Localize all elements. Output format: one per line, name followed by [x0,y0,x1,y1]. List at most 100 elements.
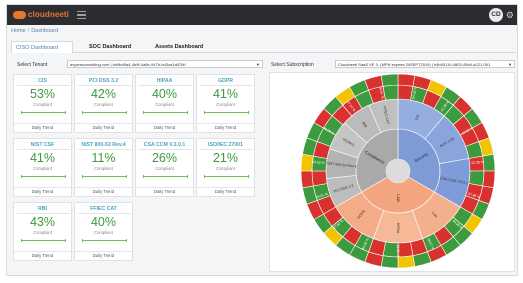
card-title: NIST 800-53 Rev.4 [81,142,126,148]
breadcrumb-current: Dashboard [31,28,59,34]
tenant-label: Select Tenant [17,62,48,68]
dashboard-tabs: CISO Dashboard SOC Dashboard Assets Dash… [11,41,515,53]
compliance-card[interactable]: NIST CSF 41% Compliant Daily Trend [13,138,72,197]
tenant-select-value: avyansconsulting.com | bd9bd5a4-4b9f-4a5… [70,62,186,67]
sunburst-inner-label: Law [396,194,401,203]
daily-trend-link[interactable]: Daily Trend [197,189,254,194]
daily-trend-link[interactable]: Daily Trend [75,253,132,258]
card-divider [139,148,192,150]
daily-trend-sparkline [204,111,249,114]
chevron-down-icon: ▼ [508,62,512,67]
compliance-card[interactable]: HIPAA 40% Compliant Daily Trend [135,74,194,133]
logo-text: cloudneeti [28,10,70,19]
card-divider [14,123,71,124]
app-window: cloudneeti CD ⚙ Home / Dashboard CISO Dash… [6,4,518,276]
subscription-select-value: Cloudneeti SaaS VE 3- (MPN expires 24SEP… [338,62,491,67]
compliance-card[interactable]: FFIEC CAT 40% Compliant Daily Trend [74,202,133,261]
compliance-percent: 40% [90,215,117,229]
compliance-status: Compliant [155,166,174,171]
card-divider [75,187,132,188]
compliance-card[interactable]: ISO/IEC 27001 21% Compliant Daily Trend [196,138,255,197]
compliance-percent: 21% [212,151,239,165]
sunburst-outer-segment[interactable] [482,153,495,172]
compliance-percent: 40% [151,87,178,101]
daily-trend-link[interactable]: Daily Trend [75,125,132,130]
card-divider [17,84,70,86]
sunburst-outer-segment[interactable] [397,255,416,269]
compliance-card[interactable]: GDPR 41% Compliant Daily Trend [196,74,255,133]
compliance-status: Compliant [94,230,113,235]
daily-trend-sparkline [143,111,188,114]
compliance-percent: 26% [151,151,178,165]
compliance-status: Compliant [94,102,113,107]
sunburst-outer-segment[interactable] [397,73,416,87]
sunburst-outer-segment[interactable] [301,170,314,189]
sunburst-outer-segment[interactable] [311,170,328,187]
daily-trend-sparkline [204,175,249,178]
app-logo[interactable]: cloudneeti [13,10,73,20]
daily-trend-link[interactable]: Daily Trend [197,125,254,130]
card-divider [200,84,253,86]
compliance-card[interactable]: NIST 800-53 Rev.4 11% Compliant Daily Trend [74,138,133,197]
sunburst-outer-segment[interactable] [380,73,399,87]
card-divider [197,187,254,188]
user-avatar[interactable]: CD [489,8,503,22]
card-divider [14,251,71,252]
subscription-label: Select Subscription [271,62,314,68]
hamburger-menu-icon[interactable] [77,11,86,19]
daily-trend-link[interactable]: Daily Trend [75,189,132,194]
sunburst-outer-segment[interactable] [482,170,495,189]
breadcrumb-home-link[interactable]: Home [11,28,26,34]
compliance-status: Compliant [33,230,52,235]
daily-trend-sparkline [82,175,127,178]
card-divider [136,187,193,188]
top-bar: cloudneeti CD ⚙ [7,5,517,25]
compliance-card[interactable]: CSA CCM V.3.0.1 26% Compliant Daily Trend [135,138,194,197]
compliance-status: Compliant [216,102,235,107]
card-divider [78,84,131,86]
tenant-select[interactable]: avyansconsulting.com | bd9bd5a4-4b9f-4a5… [67,60,263,68]
sunburst-percent-label: 62.50 % [396,245,400,257]
sunburst-center [386,159,410,183]
compliance-percent: 41% [212,87,239,101]
tab-soc-dashboard[interactable]: SOC Dashboard [85,41,135,53]
card-title: FFIEC CAT [90,206,117,212]
card-title: CIS [38,78,47,84]
daily-trend-sparkline [82,111,127,114]
compliance-card[interactable]: CIS 53% Compliant Daily Trend [13,74,72,133]
card-title: GDPR [218,78,233,84]
compliance-status: Compliant [33,166,52,171]
card-divider [200,148,253,150]
compliance-card[interactable]: PCI DSS 3.2 42% Compliant Daily Trend [74,74,133,133]
daily-trend-sparkline [143,175,188,178]
breadcrumb: Home / Dashboard [11,28,58,34]
sunburst-outer-segment[interactable] [380,255,399,269]
subscription-select[interactable]: Cloudneeti SaaS VE 3- (MPN expires 24SEP… [335,60,515,68]
card-divider [75,251,132,252]
cloud-logo-icon [13,11,26,19]
tab-ciso-dashboard[interactable]: CISO Dashboard [11,41,73,53]
daily-trend-sparkline [21,239,66,242]
card-divider [17,148,70,150]
breadcrumb-separator: / [27,28,30,34]
card-title: CSA CCM V.3.0.1 [143,142,186,148]
compliance-percent: 43% [29,215,56,229]
daily-trend-link[interactable]: Daily Trend [136,189,193,194]
card-divider [136,123,193,124]
compliance-percent: 42% [90,87,117,101]
compliance-status: Compliant [33,102,52,107]
card-title: HIPAA [156,78,173,84]
sunburst-middle-label: HIPAA [396,223,400,234]
card-title: RBI [38,206,47,212]
daily-trend-link[interactable]: Daily Trend [14,189,71,194]
compliance-card[interactable]: RBI 43% Compliant Daily Trend [13,202,72,261]
gear-icon[interactable]: ⚙ [506,10,514,20]
daily-trend-link[interactable]: Daily Trend [14,253,71,258]
card-divider [78,148,131,150]
chevron-down-icon: ▼ [256,62,260,67]
daily-trend-sparkline [82,239,127,242]
tab-assets-dashboard[interactable]: Assets Dashboard [151,41,207,53]
daily-trend-link[interactable]: Daily Trend [14,125,71,130]
card-title: PCI DSS 3.2 [88,78,119,84]
daily-trend-link[interactable]: Daily Trend [136,125,193,130]
